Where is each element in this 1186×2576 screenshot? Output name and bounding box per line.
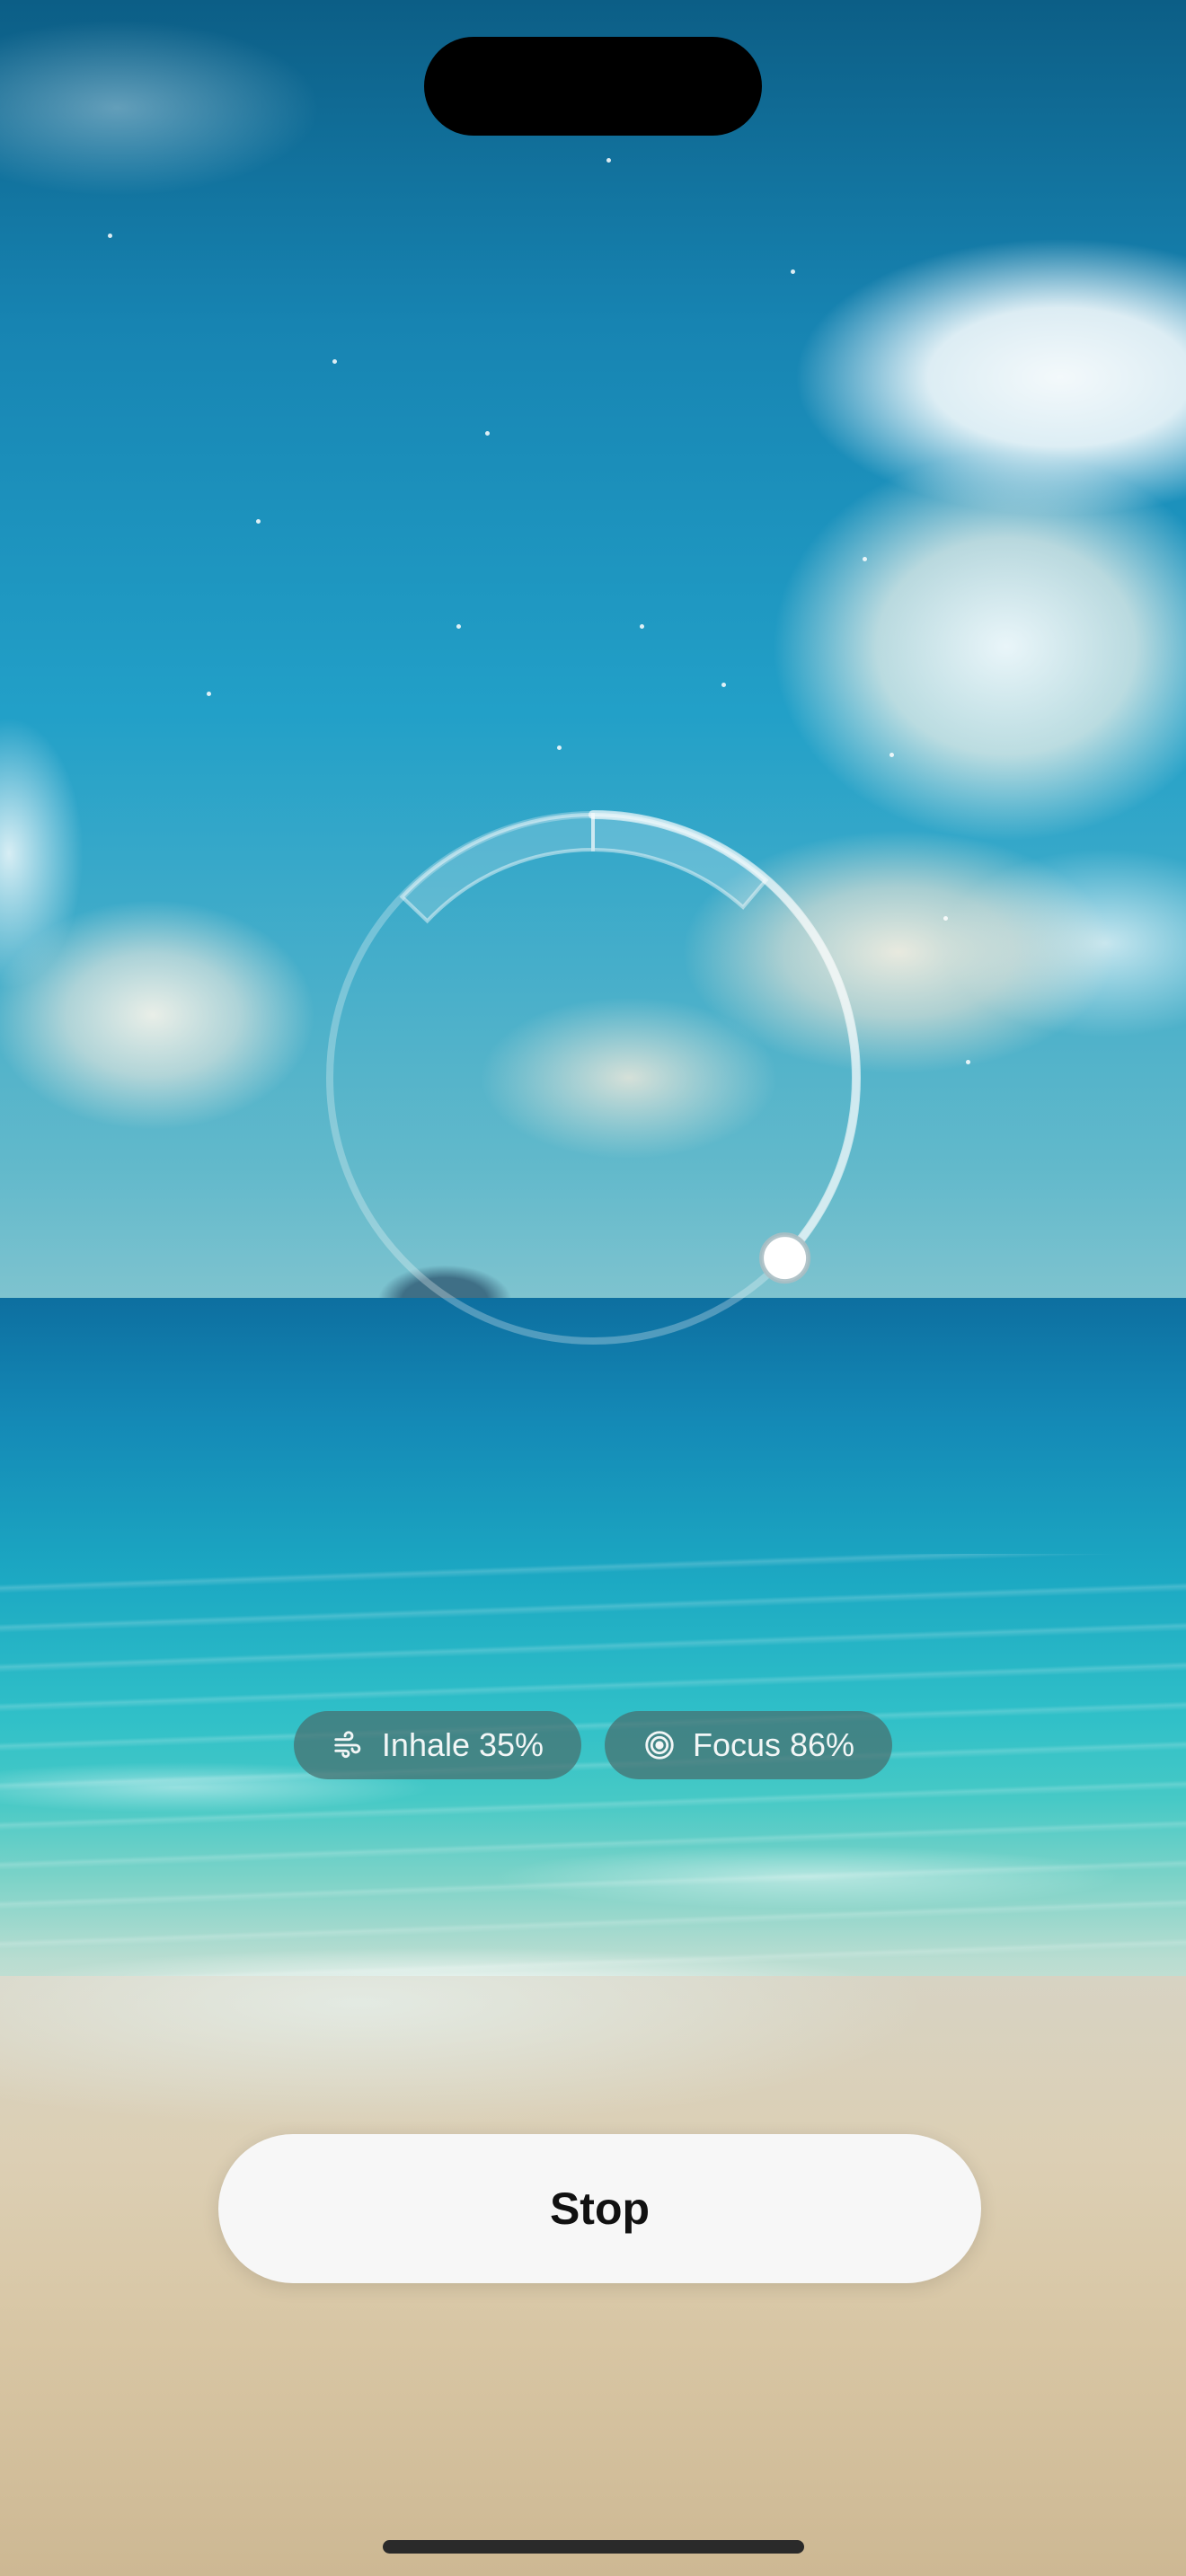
star-dot: [863, 557, 867, 561]
star-dot: [606, 158, 611, 163]
inhale-stat-pill: Inhale 35%: [294, 1711, 581, 1779]
home-indicator[interactable]: [383, 2540, 804, 2554]
star-dot: [791, 269, 795, 274]
focus-stat-pill: Focus 86%: [605, 1711, 892, 1779]
star-dot: [207, 692, 211, 696]
star-dot: [721, 683, 726, 687]
star-dot: [485, 431, 490, 436]
star-dot: [332, 359, 337, 364]
star-dot: [640, 624, 644, 629]
star-dot: [966, 1060, 970, 1064]
breathing-session-screen: Inhale 35% Focus 86% Stop: [0, 0, 1186, 2576]
star-dot: [890, 753, 894, 757]
star-dot: [456, 624, 461, 629]
inhale-stat-label: Inhale 35%: [381, 1726, 544, 1763]
wind-icon: [332, 1728, 366, 1762]
stop-button[interactable]: Stop: [218, 2134, 981, 2283]
star-dot: [108, 234, 112, 238]
star-dot: [557, 745, 562, 750]
focus-stat-label: Focus 86%: [692, 1726, 855, 1763]
breathing-progress-ring: [326, 810, 861, 1345]
star-dot: [943, 916, 948, 921]
dynamic-island: [424, 37, 762, 136]
target-icon: [642, 1728, 677, 1762]
ring-progress-handle[interactable]: [759, 1232, 811, 1284]
star-dot: [256, 519, 261, 524]
